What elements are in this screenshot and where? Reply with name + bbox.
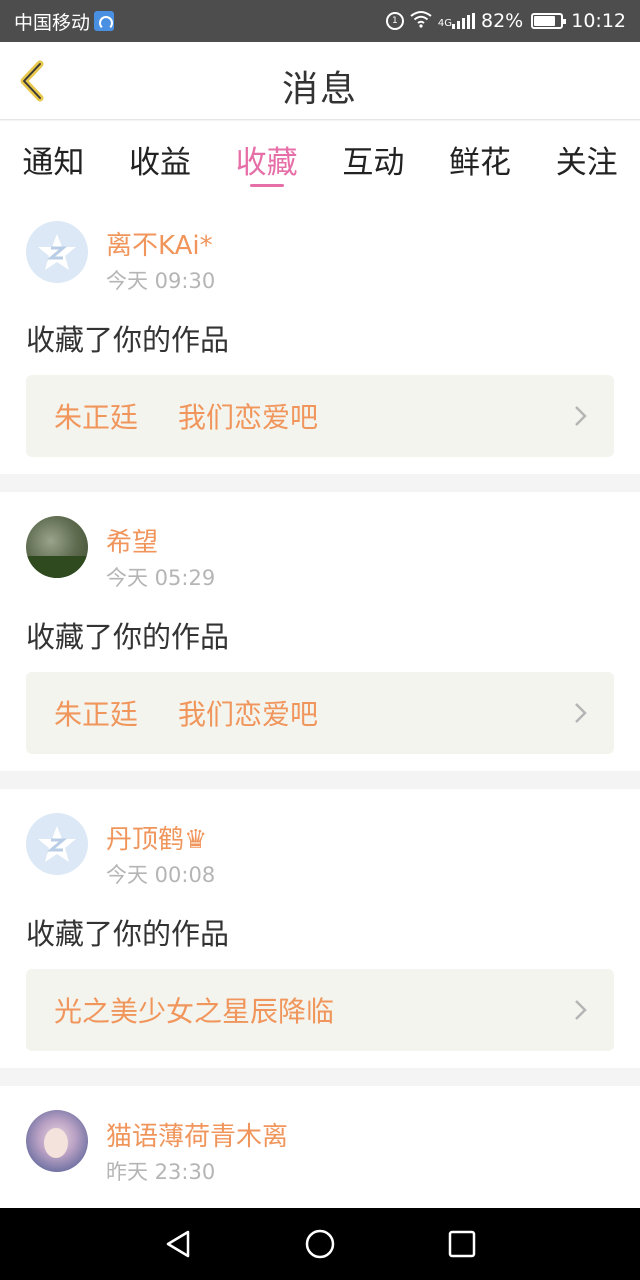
action-text: 收藏了你的作品 [26,620,230,654]
data-saver-icon: 1 [385,12,404,30]
message-card: 猫语薄荷青木离 昨天 23:30 [0,1086,640,1226]
user-name[interactable]: 猫语薄荷青木离 [106,1116,288,1153]
work-title: 我们恋爱吧 [178,401,319,434]
message-card: 丹顶鹤♛ 今天 00:08 收藏了你的作品 光之美少女之星辰降临 [0,789,640,1068]
work-author: 光之美少女之星辰降临 [54,995,335,1028]
status-bar: 中国移动 1 4G 82% 10:12 [0,0,640,42]
user-name[interactable]: 希望 [106,522,158,559]
navigation-bar [0,1208,640,1280]
battery-percent: 82% [481,10,524,32]
user-name[interactable]: 丹顶鹤♛ [106,819,207,856]
avatar[interactable] [26,813,88,875]
signal-icon: 4G [438,13,475,29]
wifi-icon [410,10,432,33]
action-text: 收藏了你的作品 [26,917,230,951]
post-time: 今天 09:30 [106,269,216,293]
title-bar: 消息 [0,42,640,120]
page-title: 消息 [281,69,358,110]
action-text: 收藏了你的作品 [26,323,230,357]
message-card: 离不KAi* 今天 09:30 收藏了你的作品 朱正廷 我们恋爱吧 [0,199,640,474]
work-link[interactable]: 光之美少女之星辰降临 [26,969,614,1051]
post-time: 今天 00:08 [106,863,216,887]
network-type-label: 4G [437,18,452,29]
tab-earnings[interactable]: 收益 [107,121,214,199]
user-name[interactable]: 离不KAi* [106,225,213,262]
default-avatar-icon [38,234,76,270]
back-triangle-icon[interactable] [162,1228,194,1260]
avatar[interactable] [26,516,88,578]
tab-interactions[interactable]: 互动 [320,121,427,199]
work-author: 朱正廷 [54,698,139,731]
work-author: 朱正廷 [54,401,139,434]
battery-fill [534,16,556,26]
default-avatar-icon [38,826,76,862]
tab-notifications[interactable]: 通知 [0,121,107,199]
battery-icon [531,13,567,29]
work-title: 我们恋爱吧 [178,698,319,731]
work-link[interactable]: 朱正廷 我们恋爱吧 [26,672,614,754]
chevron-right-icon [575,1000,587,1020]
chevron-right-icon [575,703,587,723]
recents-square-icon[interactable] [446,1228,478,1260]
avatar[interactable] [26,221,88,283]
post-time: 今天 05:29 [106,566,216,590]
tab-bar: 通知 收益 收藏 互动 鲜花 关注 [0,121,640,199]
tab-favorites[interactable]: 收藏 [213,121,320,199]
clock: 10:12 [571,10,626,32]
message-card: 希望 今天 05:29 收藏了你的作品 朱正廷 我们恋爱吧 [0,492,640,771]
work-link[interactable]: 朱正廷 我们恋爱吧 [26,375,614,457]
avatar[interactable] [26,1110,88,1172]
chevron-right-icon [575,406,587,426]
tab-following[interactable]: 关注 [533,121,640,199]
post-time: 昨天 23:30 [106,1160,216,1184]
carrier-label: 中国移动 [14,11,91,34]
home-circle-icon[interactable] [304,1228,336,1260]
tab-flowers[interactable]: 鲜花 [427,121,534,199]
hd-call-icon [94,11,115,31]
message-feed: 离不KAi* 今天 09:30 收藏了你的作品 朱正廷 我们恋爱吧 希望 今天 … [0,199,640,1244]
